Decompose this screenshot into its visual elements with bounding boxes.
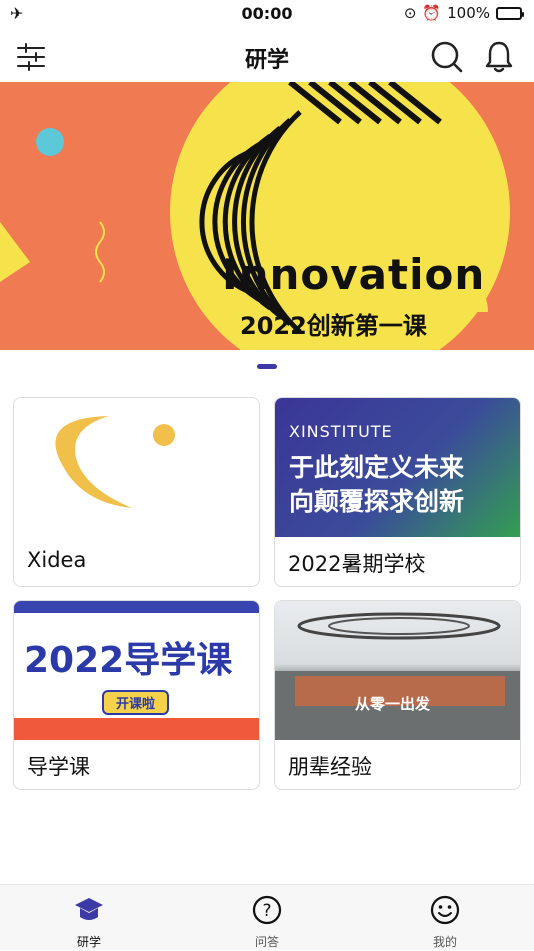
banner-carousel[interactable]: Innovation 2022创新第一课 (0, 82, 534, 350)
image-title: 2022导学课 (24, 640, 233, 681)
status-right: ⊙ ⏰ 100% (403, 4, 524, 22)
banner-headline: Innovation (222, 250, 486, 299)
image-line-1: 于此刻定义未来 (289, 453, 465, 482)
card-summer-school[interactable]: XINSTITUTE 于此刻定义未来 向颠覆探求创新 2022暑期学校 (274, 397, 521, 587)
question-circle-icon: ? (252, 895, 282, 925)
tab-research[interactable]: 研学 (49, 885, 129, 951)
card-image: 2022导学课 开课啦 (14, 601, 259, 740)
card-peer-experience[interactable]: 从零一出发 朋辈经验 (274, 600, 521, 790)
image-caption: 从零一出发 (355, 695, 431, 713)
nav-bar: 研学 (0, 30, 534, 82)
tab-label: 问答 (254, 935, 279, 949)
tab-mine[interactable]: 我的 (405, 885, 485, 951)
banner-subline: 2022创新第一课 (240, 312, 427, 340)
tab-bar: 研学 ? 问答 我的 (0, 884, 534, 950)
tab-label: 我的 (432, 935, 457, 949)
battery-percent: 100% (447, 4, 490, 22)
card-orientation[interactable]: 2022导学课 开课啦 导学课 (13, 600, 260, 790)
image-brand: XINSTITUTE (289, 422, 393, 441)
svg-text:?: ? (262, 901, 271, 921)
card-label: Xidea (27, 548, 87, 572)
card-image: 从零一出发 (275, 601, 520, 740)
rotation-lock-icon: ⊙ (403, 4, 417, 22)
card-image: XINSTITUTE 于此刻定义未来 向颠覆探求创新 (275, 398, 520, 537)
card-label: 朋辈经验 (288, 755, 372, 779)
status-bar: ✈ 00:00 ⊙ ⏰ 100% (0, 0, 534, 28)
alarm-icon: ⏰ (422, 4, 442, 22)
graduation-cap-icon (75, 898, 103, 920)
image-line-2: 向颠覆探求创新 (289, 487, 465, 516)
card-label: 导学课 (27, 755, 90, 779)
xidea-logo (55, 416, 175, 508)
tab-qa[interactable]: ? 问答 (227, 885, 307, 951)
battery-icon (496, 6, 524, 20)
smiley-icon (430, 895, 460, 925)
card-image (14, 398, 259, 537)
tab-label: 研学 (76, 935, 101, 949)
card-label: 2022暑期学校 (288, 552, 426, 576)
card-xidea[interactable]: Xidea (13, 397, 260, 587)
group-photo (275, 612, 520, 740)
image-badge: 开课啦 (102, 690, 170, 715)
carousel-indicator (257, 364, 277, 369)
bell-icon[interactable] (484, 40, 514, 74)
search-icon[interactable] (430, 40, 464, 74)
